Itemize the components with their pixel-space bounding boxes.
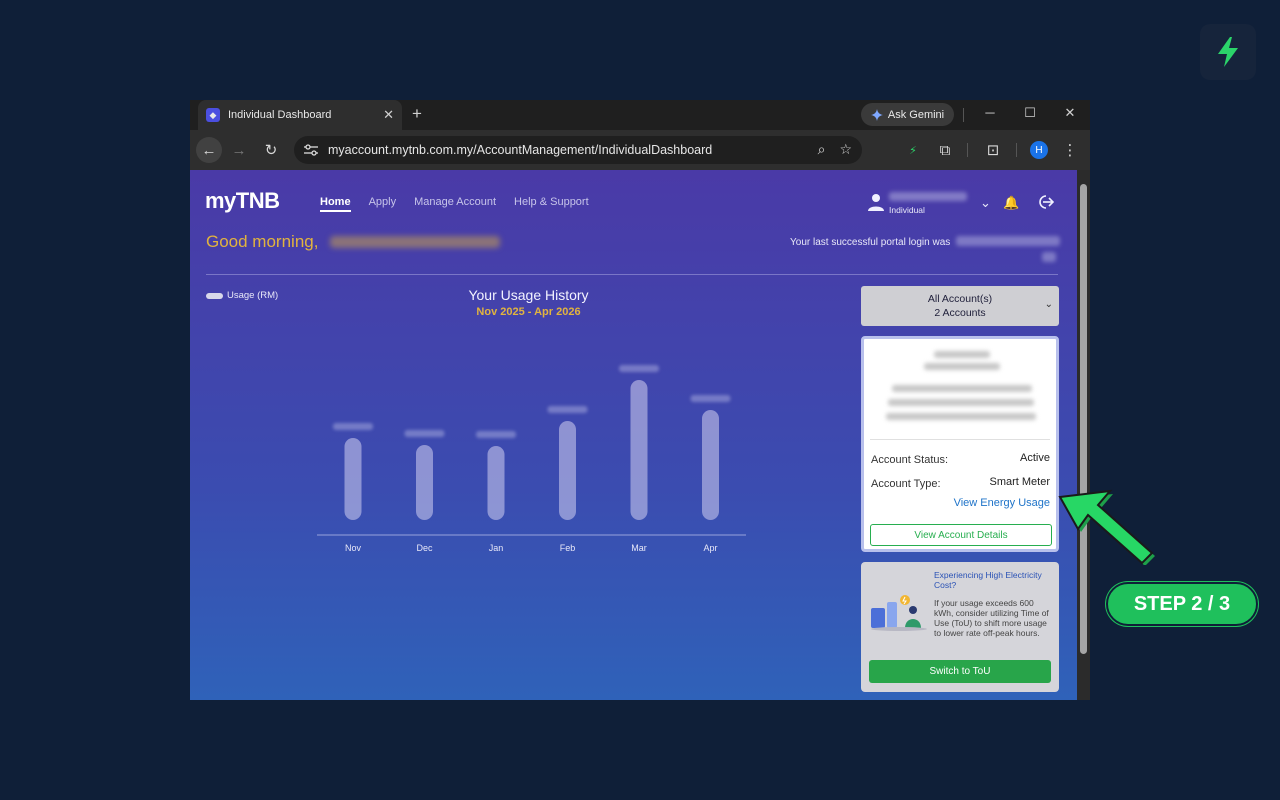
back-icon[interactable]: ← bbox=[196, 137, 222, 163]
chart-bar-mar[interactable] bbox=[630, 380, 648, 520]
chart-bar-feb[interactable] bbox=[559, 421, 576, 520]
close-tab-icon[interactable]: ✕ bbox=[383, 107, 394, 123]
user-type: Individual bbox=[889, 205, 925, 215]
logout-icon[interactable] bbox=[1036, 194, 1054, 210]
extensions-puzzle-icon[interactable]: ⧉ bbox=[934, 139, 956, 161]
site-settings-icon[interactable] bbox=[304, 144, 318, 156]
tou-promo-card: Experiencing High Electricity Cost? If y… bbox=[861, 562, 1059, 692]
chart-bar-nov[interactable] bbox=[344, 438, 362, 520]
scrollbar-thumb[interactable] bbox=[1080, 184, 1087, 654]
x-tick-label: Apr bbox=[703, 543, 717, 553]
bar-value-label-redacted bbox=[547, 406, 588, 413]
user-name-redacted bbox=[889, 192, 967, 201]
x-tick-label: Mar bbox=[631, 543, 647, 553]
browser-tab[interactable]: ◆ Individual Dashboard ✕ bbox=[198, 100, 402, 130]
account-selector-title: All Account(s) bbox=[927, 293, 993, 305]
ask-gemini-button[interactable]: Ask Gemini bbox=[861, 103, 954, 126]
last-login-redacted bbox=[1042, 252, 1056, 262]
reload-icon[interactable]: ↻ bbox=[260, 139, 282, 161]
switch-to-tou-button[interactable]: Switch to ToU bbox=[869, 660, 1051, 683]
browser-window: ◆ Individual Dashboard ✕ + Ask Gemini ─ … bbox=[190, 100, 1090, 700]
bar-value-label-redacted bbox=[476, 431, 516, 438]
page-scrollbar[interactable] bbox=[1077, 170, 1090, 700]
menu-kebab-icon[interactable]: ⋮ bbox=[1059, 139, 1081, 161]
last-login-redacted bbox=[956, 236, 1060, 246]
tab-title: Individual Dashboard bbox=[228, 109, 332, 121]
tab-search-icon[interactable]: ⊡ bbox=[982, 139, 1004, 161]
forward-icon[interactable]: → bbox=[228, 139, 250, 161]
new-tab-button[interactable]: + bbox=[412, 104, 422, 124]
gemini-sparkle-icon bbox=[870, 108, 883, 121]
separator bbox=[963, 108, 964, 122]
chevron-down-icon[interactable]: ⌄ bbox=[980, 195, 991, 211]
separator bbox=[967, 143, 968, 157]
app-logo-badge bbox=[1200, 24, 1256, 80]
bar-value-label-redacted bbox=[333, 423, 373, 430]
separator bbox=[1016, 143, 1017, 157]
user-icon[interactable] bbox=[866, 192, 886, 212]
chevron-down-icon: ⌄ bbox=[1044, 299, 1053, 310]
address-redacted bbox=[888, 399, 1034, 406]
tab-bar: ◆ Individual Dashboard ✕ + Ask Gemini ─ … bbox=[190, 100, 1090, 130]
tou-body: If your usage exceeds 600 kWh, consider … bbox=[934, 598, 1049, 638]
address-bar[interactable]: myaccount.mytnb.com.my/AccountManagement… bbox=[294, 136, 862, 164]
view-account-details-button[interactable]: View Account Details bbox=[870, 524, 1052, 546]
account-status-label: Account Status: bbox=[871, 454, 949, 466]
account-number-redacted bbox=[924, 363, 1000, 370]
account-selector[interactable]: All Account(s) 2 Accounts ⌄ bbox=[861, 286, 1059, 326]
bookmark-star-icon[interactable]: ☆ bbox=[839, 141, 852, 158]
account-selector-count: 2 Accounts bbox=[934, 307, 986, 319]
zoom-icon[interactable]: ⌕ bbox=[818, 141, 826, 158]
profile-avatar[interactable]: H bbox=[1030, 141, 1048, 159]
tab-favicon-icon: ◆ bbox=[206, 108, 220, 122]
x-tick-label: Feb bbox=[560, 543, 576, 553]
maximize-icon[interactable]: ☐ bbox=[1020, 105, 1040, 121]
extension-lightning-icon[interactable]: ⚡ bbox=[902, 139, 924, 161]
minimize-icon[interactable]: ─ bbox=[980, 105, 1000, 120]
account-card: Account Status: Active Account Type: Sma… bbox=[861, 336, 1059, 552]
view-energy-usage-link[interactable]: View Energy Usage bbox=[954, 497, 1050, 509]
address-redacted bbox=[892, 385, 1032, 392]
usage-chart: Nov Dec Jan Feb Mar Apr bbox=[317, 365, 746, 553]
account-status-value: Active bbox=[1020, 452, 1050, 464]
account-type-label: Account Type: bbox=[871, 478, 941, 490]
bar-value-label-redacted bbox=[619, 365, 659, 372]
step-badge: STEP 2 / 3 bbox=[1106, 582, 1258, 626]
bar-value-label-redacted bbox=[690, 395, 731, 402]
url-text: myaccount.mytnb.com.my/AccountManagement… bbox=[328, 143, 713, 157]
bar-value-label-redacted bbox=[404, 430, 445, 437]
chart-bar-jan[interactable] bbox=[487, 446, 505, 520]
tou-illustration-icon bbox=[871, 595, 927, 631]
address-redacted bbox=[886, 413, 1036, 420]
gemini-label: Ask Gemini bbox=[887, 108, 945, 121]
browser-toolbar: ← → ↻ myaccount.mytnb.com.my/AccountMana… bbox=[190, 130, 1090, 170]
x-tick-label: Nov bbox=[345, 543, 362, 553]
close-window-icon[interactable]: ✕ bbox=[1060, 105, 1080, 121]
tou-title: Experiencing High Electricity Cost? bbox=[934, 570, 1042, 590]
x-tick-label: Jan bbox=[489, 543, 504, 553]
chart-bar-dec[interactable] bbox=[416, 445, 433, 520]
pointer-arrow-icon bbox=[1058, 489, 1155, 565]
account-type-value: Smart Meter bbox=[989, 476, 1050, 488]
chart-bar-apr[interactable] bbox=[702, 410, 719, 520]
card-divider bbox=[870, 439, 1050, 440]
bell-icon[interactable]: 🔔 bbox=[1003, 195, 1019, 211]
page-content: myTNB Home Apply Manage Account Help & S… bbox=[190, 170, 1077, 700]
account-name-redacted bbox=[934, 351, 990, 358]
x-tick-label: Dec bbox=[416, 543, 433, 553]
lightning-icon bbox=[1218, 37, 1238, 67]
